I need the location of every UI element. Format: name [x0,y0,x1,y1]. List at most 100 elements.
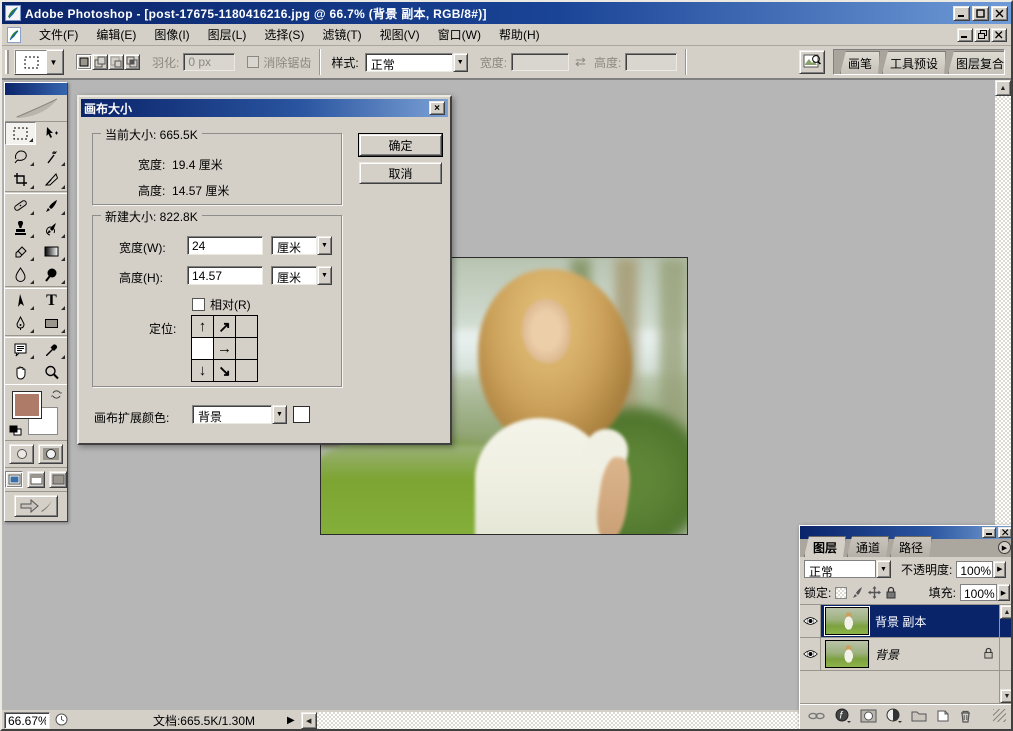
palette-close-icon[interactable] [998,527,1012,538]
menu-file[interactable]: 文件(F) [30,23,87,46]
scroll-down-icon[interactable]: ▼ [1000,689,1013,703]
tool-rectangular-marquee[interactable] [5,122,36,145]
extension-color-dropdown[interactable]: 背景 ▼ [192,405,287,424]
style-dropdown[interactable]: 正常 ▼ [365,53,468,72]
chevron-down-icon[interactable]: ▼ [317,236,332,255]
anchor-cell[interactable]: → [213,337,236,360]
menu-view[interactable]: 视图(V) [371,23,429,46]
tool-brush[interactable] [36,194,67,217]
tool-zoom[interactable] [36,361,67,384]
tool-shape[interactable] [36,312,67,335]
cancel-button[interactable]: 取消 [359,162,442,184]
doc-close-icon[interactable] [991,28,1007,42]
new-width-unit-dropdown[interactable]: 厘米 ▼ [271,236,332,255]
photoshop-feather-logo[interactable] [5,95,67,122]
options-grip[interactable] [5,50,9,74]
chevron-right-icon[interactable]: ▶ [993,561,1006,578]
tool-clone-stamp[interactable] [5,217,36,240]
lock-all-icon[interactable] [885,586,897,599]
tab-brushes[interactable]: 画笔 [840,51,880,74]
jump-to-imageready-icon[interactable] [14,495,58,517]
anchor-cell[interactable] [235,315,258,338]
fullscreen-menubar-icon[interactable] [27,471,45,488]
new-width-input[interactable] [187,236,263,255]
tool-history-brush[interactable] [36,217,67,240]
extension-color-swatch[interactable] [293,406,310,423]
add-selection-mode-icon[interactable] [92,54,108,70]
add-mask-icon[interactable] [860,709,877,723]
chevron-down-icon[interactable]: ▼ [453,53,468,72]
visibility-toggle[interactable] [800,605,821,637]
swap-colors-icon[interactable] [51,389,63,403]
anchor-cell-selected[interactable] [191,337,214,360]
palette-resize-grip[interactable] [993,709,1006,722]
tab-layers[interactable]: 图层 [804,536,846,557]
menu-window[interactable]: 窗口(W) [429,23,490,46]
layer-thumbnail[interactable] [825,640,869,668]
tool-gradient[interactable] [36,240,67,263]
antialias-checkbox[interactable] [247,56,259,68]
subtract-selection-mode-icon[interactable] [108,54,124,70]
chevron-right-icon[interactable]: ▶ [997,584,1010,601]
layer-style-icon[interactable]: f [835,708,851,723]
ok-button[interactable]: 确定 [359,134,442,156]
tab-layer-comps[interactable]: 图层复合 [948,51,1005,74]
visibility-toggle[interactable] [800,638,821,670]
title-bar[interactable]: Adobe Photoshop - [post-17675-1180416216… [2,2,1011,24]
tool-hand[interactable] [5,361,36,384]
menu-image[interactable]: 图像(I) [145,23,198,46]
lock-position-icon[interactable] [868,586,881,599]
relative-checkbox[interactable] [192,298,205,311]
layer-name[interactable]: 背景 [875,646,983,663]
menu-edit[interactable]: 编辑(E) [87,23,145,46]
new-height-input[interactable] [187,266,263,285]
tool-notes[interactable] [5,338,36,361]
tool-eyedropper[interactable] [36,338,67,361]
tool-lasso[interactable] [5,145,36,168]
tool-magic-wand[interactable] [36,145,67,168]
tool-type[interactable]: T [36,289,67,312]
layer-name[interactable]: 背景 副本 [875,613,1013,630]
tool-path-selection[interactable] [5,289,36,312]
maximize-icon[interactable] [972,6,989,21]
opacity-field[interactable]: 100% ▶ [956,561,1006,578]
new-selection-mode-icon[interactable] [76,54,92,70]
new-group-icon[interactable] [911,709,927,722]
tab-paths[interactable]: 路径 [890,536,932,557]
lock-transparency-icon[interactable] [835,587,847,599]
close-icon[interactable] [991,6,1008,21]
toolbox-title-bar[interactable] [5,83,67,95]
dialog-close-icon[interactable]: × [429,101,445,115]
chevron-down-icon[interactable]: ▼ [876,560,891,578]
height-input[interactable] [625,53,677,71]
swap-dimensions-icon[interactable]: ⇄ [575,54,586,70]
new-layer-icon[interactable] [936,709,950,723]
quick-mask-mode-icon[interactable] [38,444,63,464]
timing-icon[interactable] [54,712,69,730]
minimize-icon[interactable] [953,6,970,21]
tool-preset-picker[interactable]: ▼ [14,49,64,75]
tool-move[interactable] [36,122,67,145]
blend-mode-dropdown[interactable]: 正常 ▼ [804,560,891,578]
scroll-left-icon[interactable]: ◀ [301,712,317,729]
menu-filter[interactable]: 滤镜(T) [313,23,370,46]
layer-thumbnail[interactable] [825,607,869,635]
anchor-cell[interactable]: ↘ [213,359,236,382]
new-height-unit-dropdown[interactable]: 厘米 ▼ [271,266,332,285]
anchor-cell[interactable] [235,359,258,382]
menu-help[interactable]: 帮助(H) [490,23,549,46]
layer-row-background-copy[interactable]: 背景 副本 [800,605,1013,638]
doc-restore-icon[interactable] [974,28,990,42]
adjustment-layer-icon[interactable] [886,708,902,723]
anchor-cell[interactable]: ↑ [191,315,214,338]
tool-healing-brush[interactable] [5,194,36,217]
chevron-down-icon[interactable]: ▼ [272,405,287,424]
anchor-cell[interactable]: ↗ [213,315,236,338]
fullscreen-icon[interactable] [49,471,67,488]
standard-screen-icon[interactable] [5,471,23,488]
layer-list-scrollbar[interactable]: ▲ ▼ [999,605,1013,703]
fill-field[interactable]: 100% ▶ [960,584,1010,601]
tool-slice[interactable] [36,168,67,191]
foreground-color-swatch[interactable] [13,392,41,418]
width-input[interactable] [511,53,569,71]
